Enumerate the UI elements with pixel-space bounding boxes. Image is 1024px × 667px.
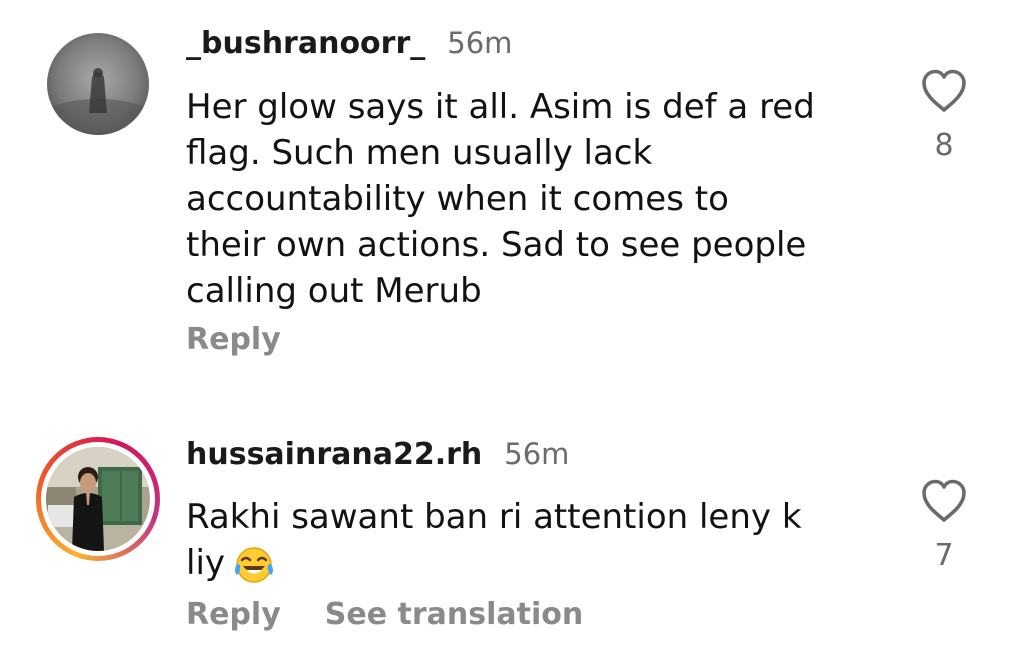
timestamp: 56m: [504, 437, 570, 471]
avatar[interactable]: [47, 33, 149, 135]
like-control: 7: [914, 478, 974, 573]
comment-item: _bushranoorr_ 56m Her glow says it all. …: [0, 0, 1024, 390]
reply-button[interactable]: Reply: [186, 597, 281, 632]
username[interactable]: hussainrana22.rh: [186, 437, 482, 472]
like-count: 8: [934, 128, 954, 163]
comment-text-body: Rakhi sawant ban ri attention leny k liy: [186, 497, 802, 583]
heart-icon[interactable]: [920, 478, 968, 524]
comment-text: Her glow says it all. Asim is def a red …: [186, 87, 815, 311]
like-control: 8: [914, 68, 974, 163]
reply-button[interactable]: Reply: [186, 322, 281, 357]
like-count: 7: [934, 538, 954, 573]
timestamp: 56m: [447, 26, 513, 60]
comment-header: _bushranoorr_ 56m: [186, 26, 512, 61]
face-with-tears-of-joy-icon: [233, 544, 275, 586]
comment-actions: Reply See translation: [186, 597, 583, 632]
see-translation-button[interactable]: See translation: [325, 597, 583, 632]
avatar-image: [47, 33, 149, 135]
comment-header: hussainrana22.rh 56m: [186, 437, 569, 472]
username[interactable]: _bushranoorr_: [186, 26, 425, 61]
heart-icon[interactable]: [920, 68, 968, 114]
comment-text: Rakhi sawant ban ri attention leny k liy: [186, 494, 876, 586]
comment-actions: Reply: [186, 322, 281, 357]
